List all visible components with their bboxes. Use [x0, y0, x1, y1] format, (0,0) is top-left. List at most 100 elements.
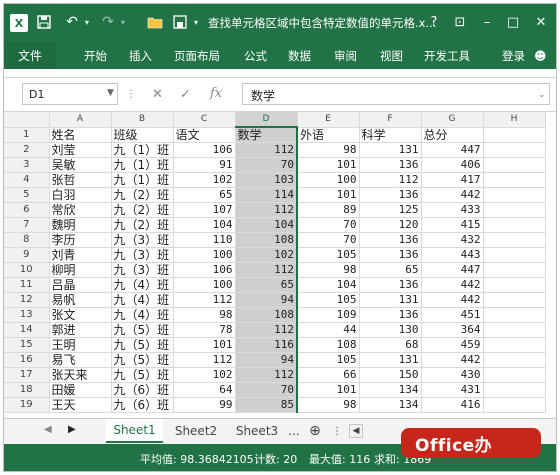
cell-b[interactable]: 九（6）班 — [111, 397, 174, 413]
cell-g[interactable]: 443 — [421, 247, 484, 263]
cell-b[interactable]: 九（3）班 — [111, 262, 174, 278]
tab-data[interactable]: 数据 — [288, 42, 311, 69]
cell-a[interactable]: 王天 — [49, 397, 112, 413]
cell-c[interactable]: 102 — [173, 172, 236, 188]
cell-h[interactable] — [483, 217, 546, 233]
cell-b[interactable]: 九（5）班 — [111, 352, 174, 368]
tab-formulas[interactable]: 公式 — [244, 42, 267, 69]
cell-c[interactable]: 101 — [173, 337, 236, 353]
cell-a[interactable]: 魏明 — [49, 217, 112, 233]
prev-sheet-icon[interactable]: ◀ — [44, 424, 52, 435]
cell-f[interactable]: 136 — [359, 187, 422, 203]
cell-h[interactable] — [483, 367, 546, 383]
user-icon[interactable]: ☻ — [534, 42, 547, 69]
cell-f[interactable]: 131 — [359, 352, 422, 368]
cell-f[interactable]: 科学 — [359, 127, 422, 143]
cell-d[interactable]: 116 — [234, 337, 298, 353]
row-header[interactable]: 14 — [4, 322, 50, 338]
help-button[interactable]: ? — [421, 12, 447, 32]
tab-page-layout[interactable]: 页面布局 — [174, 42, 220, 69]
cell-f[interactable]: 136 — [359, 232, 422, 248]
cancel-icon[interactable]: ✕ — [152, 87, 163, 102]
new-sheet-icon[interactable]: ⊕ — [305, 419, 325, 443]
tab-file[interactable]: 文件 — [4, 42, 56, 69]
cell-b[interactable]: 九（5）班 — [111, 337, 174, 353]
cell-h[interactable] — [483, 202, 546, 218]
cell-a[interactable]: 张天来 — [49, 367, 112, 383]
cell-a[interactable]: 王明 — [49, 337, 112, 353]
cell-f[interactable]: 136 — [359, 247, 422, 263]
cell-g[interactable]: 416 — [421, 397, 484, 413]
cell-a[interactable]: 常欣 — [49, 202, 112, 218]
cell-a[interactable]: 郭进 — [49, 322, 112, 338]
cell-a[interactable]: 刘莹 — [49, 142, 112, 158]
column-header-e[interactable]: E — [297, 112, 360, 128]
tab-insert[interactable]: 插入 — [129, 42, 152, 69]
cell-d[interactable]: 94 — [234, 292, 298, 308]
cell-b[interactable]: 九（1）班 — [111, 157, 174, 173]
row-header[interactable]: 13 — [4, 307, 50, 323]
cell-a[interactable]: 易帆 — [49, 292, 112, 308]
close-button[interactable]: ✕ — [528, 12, 554, 32]
cell-h[interactable] — [483, 292, 546, 308]
row-header[interactable]: 8 — [4, 232, 50, 248]
undo-dropdown-icon[interactable]: ▾ — [82, 13, 92, 31]
column-header-g[interactable]: G — [421, 112, 484, 128]
cell-c[interactable]: 102 — [173, 367, 236, 383]
cell-c[interactable]: 语文 — [173, 127, 236, 143]
row-header[interactable]: 2 — [4, 142, 50, 158]
row-header[interactable]: 6 — [4, 202, 50, 218]
cell-g[interactable]: 432 — [421, 232, 484, 248]
cell-b[interactable]: 九（4）班 — [111, 307, 174, 323]
cell-c[interactable]: 106 — [173, 262, 236, 278]
cell-h[interactable] — [483, 247, 546, 263]
cell-e[interactable]: 101 — [297, 157, 360, 173]
cell-d[interactable]: 112 — [234, 142, 298, 158]
cell-c[interactable]: 104 — [173, 217, 236, 233]
cell-d[interactable]: 108 — [234, 307, 298, 323]
cell-f[interactable]: 131 — [359, 292, 422, 308]
cell-b[interactable]: 九（2）班 — [111, 217, 174, 233]
column-header-h[interactable]: H — [483, 112, 546, 128]
cell-g[interactable]: 431 — [421, 382, 484, 398]
cell-g[interactable]: 442 — [421, 292, 484, 308]
cell-c[interactable]: 98 — [173, 307, 236, 323]
save-icon[interactable] — [36, 13, 52, 31]
tab-sheet3[interactable]: Sheet3 — [229, 419, 285, 443]
more-sheets[interactable]: ... — [285, 419, 303, 443]
cell-e[interactable]: 44 — [297, 322, 360, 338]
cell-h[interactable] — [483, 277, 546, 293]
cell-c[interactable]: 78 — [173, 322, 236, 338]
row-header[interactable]: 17 — [4, 367, 50, 383]
cell-h[interactable] — [483, 127, 546, 143]
cell-d[interactable]: 70 — [234, 157, 298, 173]
cell-g[interactable]: 442 — [421, 187, 484, 203]
cell-e[interactable]: 108 — [297, 337, 360, 353]
redo-dropdown-icon[interactable]: ▾ — [118, 13, 128, 31]
name-box[interactable]: D1 — [22, 83, 118, 105]
cell-b[interactable]: 九（5）班 — [111, 322, 174, 338]
cell-b[interactable]: 九（5）班 — [111, 367, 174, 383]
cell-f[interactable]: 134 — [359, 382, 422, 398]
cell-b[interactable]: 九（1）班 — [111, 142, 174, 158]
cell-e[interactable]: 101 — [297, 187, 360, 203]
cell-b[interactable]: 九（4）班 — [111, 292, 174, 308]
tab-developer[interactable]: 开发工具 — [424, 42, 470, 69]
ribbon-display-button[interactable]: ⊡ — [447, 12, 473, 32]
cell-b[interactable]: 九（2）班 — [111, 202, 174, 218]
cell-h[interactable] — [483, 187, 546, 203]
cell-d[interactable]: 104 — [234, 217, 298, 233]
row-header[interactable]: 11 — [4, 277, 50, 293]
cell-c[interactable]: 106 — [173, 142, 236, 158]
open-folder-icon[interactable] — [146, 13, 164, 31]
cell-a[interactable]: 柳明 — [49, 262, 112, 278]
row-header[interactable]: 16 — [4, 352, 50, 368]
cell-e[interactable]: 104 — [297, 277, 360, 293]
cell-d[interactable]: 108 — [234, 232, 298, 248]
cell-f[interactable]: 136 — [359, 277, 422, 293]
cell-g[interactable]: 442 — [421, 277, 484, 293]
row-header[interactable]: 12 — [4, 292, 50, 308]
cell-d[interactable]: 114 — [234, 187, 298, 203]
formula-input[interactable]: 数学 — [242, 83, 550, 105]
minimize-button[interactable]: – — [474, 12, 500, 32]
